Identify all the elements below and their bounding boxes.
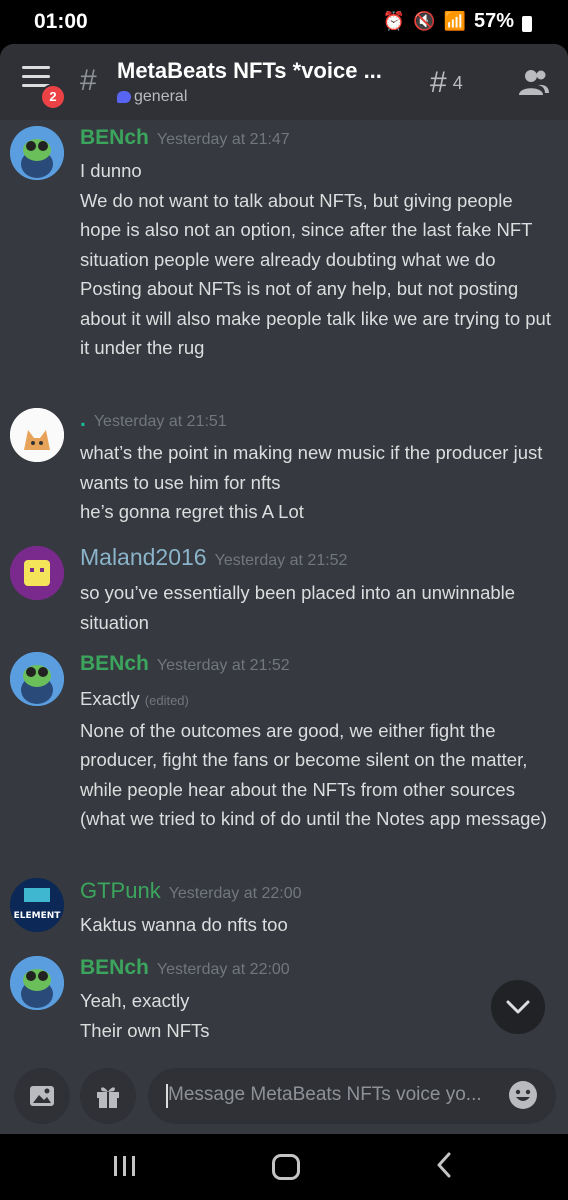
chat-bubble-icon — [117, 91, 131, 103]
message-line: I dunno — [80, 160, 142, 181]
channel-title[interactable]: MetaBeats NFTs *voice ... — [117, 58, 427, 84]
back-icon[interactable] — [436, 1152, 452, 1178]
timestamp: Yesterday at 21:52 — [214, 552, 348, 569]
message-text: Exactly — [80, 688, 140, 709]
thread-count: 4 — [452, 72, 463, 93]
threads-button[interactable]: # 4 — [430, 66, 463, 100]
timestamp: Yesterday at 22:00 — [156, 961, 290, 978]
author-name[interactable]: BENch — [80, 126, 149, 149]
message-line: so you’ve essentially been placed into a… — [80, 582, 516, 633]
message-line: None of the outcomes are good, we either… — [80, 719, 547, 830]
message-header: BENch Yesterday at 21:52 — [80, 652, 290, 676]
message-composer: Message MetaBeats NFTs voice yo... — [0, 1060, 568, 1134]
message-line: Exactly (edited) — [80, 684, 555, 716]
image-icon — [30, 1086, 54, 1106]
message-line: We do not want to talk about NFTs, but g… — [80, 189, 533, 270]
avatar[interactable] — [10, 956, 64, 1010]
message-body: what’s the point in making new music if … — [80, 438, 555, 527]
timestamp: Yesterday at 21:52 — [156, 657, 290, 674]
recents-button[interactable] — [114, 1156, 135, 1176]
status-time: 01:00 — [34, 10, 88, 33]
message-header: Maland2016 Yesterday at 21:52 — [80, 544, 347, 571]
battery-icon — [522, 15, 532, 32]
avatar[interactable] — [10, 546, 64, 600]
author-name[interactable]: . — [80, 408, 86, 431]
avatar[interactable]: ELEMENT — [10, 878, 64, 932]
gallery-button[interactable] — [14, 1068, 70, 1124]
timestamp: Yesterday at 22:00 — [168, 885, 302, 902]
message-body: Kaktus wanna do nfts too — [80, 910, 555, 940]
alarm-icon: ⏰ — [382, 11, 406, 31]
channel-name: general — [134, 88, 188, 105]
discord-app: 2 # MetaBeats NFTs *voice ... general # … — [0, 44, 568, 1134]
message-body: I dunno We do not want to talk about NFT… — [80, 156, 555, 363]
channel-subtitle[interactable]: general — [117, 88, 187, 106]
battery-percent: 57% — [473, 10, 514, 32]
message-list[interactable]: BENch Yesterday at 21:47 I dunno We do no… — [0, 120, 568, 1060]
wifi-icon: 📶 — [443, 11, 466, 31]
mute-icon: 🔇 — [413, 11, 436, 31]
status-icons: ⏰ 🔇 📶 57% — [383, 10, 532, 33]
author-name[interactable]: Maland2016 — [80, 544, 207, 570]
message-body: Yeah, exactly Their own NFTs — [80, 986, 555, 1045]
avatar[interactable] — [10, 126, 64, 180]
message-line: Kaktus wanna do nfts too — [80, 914, 288, 935]
channel-hash-icon: # — [80, 64, 97, 97]
notification-badge: 2 — [40, 84, 66, 110]
message-header: GTPunk Yesterday at 22:00 — [80, 878, 302, 904]
author-name[interactable]: GTPunk — [80, 878, 161, 903]
message-line: Their own NFTs — [80, 1019, 210, 1041]
home-button[interactable] — [272, 1154, 300, 1180]
avatar[interactable] — [10, 652, 64, 706]
message-body: so you’ve essentially been placed into a… — [80, 578, 555, 637]
message-line: Posting about NFTs is not of any help, b… — [80, 278, 551, 358]
status-bar: 01:00 ⏰ 🔇 📶 57% — [0, 0, 568, 44]
avatar[interactable] — [10, 408, 64, 462]
gift-button[interactable] — [80, 1068, 136, 1124]
message-placeholder: Message MetaBeats NFTs voice yo... — [168, 1084, 482, 1105]
message-header: BENch Yesterday at 22:00 — [80, 956, 290, 980]
message-header: . Yesterday at 21:51 — [80, 408, 227, 432]
message-line: he’s gonna regret this A Lot — [80, 501, 304, 522]
threads-icon: # — [430, 66, 447, 99]
scroll-to-bottom-button[interactable] — [491, 980, 545, 1034]
members-icon[interactable] — [518, 68, 550, 96]
timestamp: Yesterday at 21:47 — [156, 131, 290, 148]
gift-icon — [97, 1087, 119, 1108]
chevron-down-icon — [506, 1000, 530, 1014]
system-nav-bar — [0, 1134, 568, 1200]
author-name[interactable]: BENch — [80, 652, 149, 675]
message-body: Exactly (edited) None of the outcomes ar… — [80, 684, 555, 834]
message-line: what’s the point in making new music if … — [80, 442, 543, 493]
message-line: Yeah, exactly — [80, 990, 190, 1011]
message-header: BENch Yesterday at 21:47 — [80, 126, 290, 150]
channel-header: 2 # MetaBeats NFTs *voice ... general # … — [0, 44, 568, 120]
message-input[interactable]: Message MetaBeats NFTs voice yo... — [148, 1068, 556, 1124]
author-name[interactable]: BENch — [80, 956, 149, 979]
emoji-icon[interactable] — [508, 1080, 538, 1110]
avatar-text: ELEMENT — [14, 911, 62, 921]
edited-label: (edited) — [144, 693, 189, 708]
timestamp: Yesterday at 21:51 — [93, 413, 227, 430]
